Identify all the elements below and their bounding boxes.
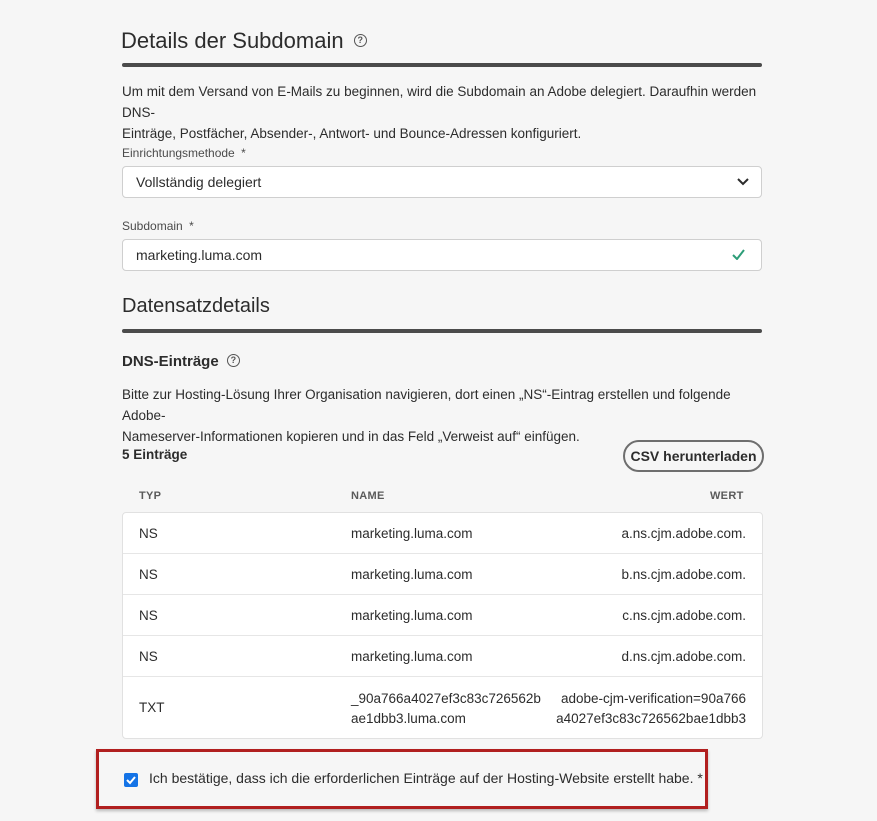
chevron-down-icon: [737, 178, 749, 186]
record-name: marketing.luma.com: [351, 567, 473, 582]
subdomain-section-title: Details der Subdomain: [121, 28, 344, 53]
record-name: marketing.luma.com: [351, 608, 473, 623]
confirmation-label[interactable]: Ich bestätige, dass ich die erforderlich…: [149, 770, 703, 786]
dns-records-table: NS marketing.luma.com a.ns.cjm.adobe.com…: [122, 512, 763, 739]
page-title: Details der Subdomain ?: [121, 28, 367, 54]
table-row: NS marketing.luma.com a.ns.cjm.adobe.com…: [123, 513, 762, 554]
entry-count: 5 Einträge: [122, 447, 188, 462]
record-type: NS: [139, 567, 158, 582]
record-value: c.ns.cjm.adobe.com.: [622, 608, 746, 623]
subdomain-value: marketing.luma.com: [136, 247, 263, 263]
record-details-title: Datensatzdetails: [122, 295, 270, 317]
record-name: marketing.luma.com: [351, 526, 473, 541]
setup-method-select[interactable]: Vollständig delegiert: [122, 166, 762, 198]
help-icon[interactable]: ?: [226, 354, 240, 368]
confirmation-highlight: Ich bestätige, dass ich die erforderlich…: [96, 749, 708, 809]
checkmark-icon: [126, 776, 136, 785]
subdomain-description: Um mit dem Versand von E-Mails zu beginn…: [122, 84, 757, 141]
subdomain-label: Subdomain *: [122, 219, 194, 233]
dns-instructions: Bitte zur Hosting-Lösung Ihrer Organisat…: [122, 387, 731, 444]
setup-method-value: Vollständig delegiert: [136, 174, 262, 190]
column-header-value[interactable]: WERT: [710, 490, 744, 502]
subdomain-input[interactable]: marketing.luma.com: [122, 239, 762, 271]
record-type: TXT: [139, 700, 165, 715]
checkmark-icon: [732, 249, 745, 260]
confirmation-checkbox[interactable]: [124, 773, 138, 787]
record-type: NS: [139, 608, 158, 623]
help-icon[interactable]: ?: [353, 34, 367, 48]
table-row: NS marketing.luma.com d.ns.cjm.adobe.com…: [123, 636, 762, 677]
section-divider: [122, 63, 762, 67]
record-type: NS: [139, 649, 158, 664]
table-row: NS marketing.luma.com b.ns.cjm.adobe.com…: [123, 554, 762, 595]
setup-method-label: Einrichtungsmethode *: [122, 146, 246, 160]
csv-download-button[interactable]: CSV herunterladen: [623, 440, 764, 472]
table-row: NS marketing.luma.com c.ns.cjm.adobe.com…: [123, 595, 762, 636]
record-value: d.ns.cjm.adobe.com.: [621, 649, 746, 664]
record-name: marketing.luma.com: [351, 649, 473, 664]
section-divider: [122, 329, 762, 333]
record-value: b.ns.cjm.adobe.com.: [621, 567, 746, 582]
record-type: NS: [139, 526, 158, 541]
column-header-type[interactable]: TYP: [139, 490, 161, 502]
table-row: TXT _90a766a4027ef3c83c726562b ae1dbb3.l…: [123, 677, 762, 737]
record-value: a.ns.cjm.adobe.com.: [621, 526, 746, 541]
dns-entries-heading: DNS-Einträge ?: [122, 353, 240, 370]
record-value: adobe-cjm-verification=90a766 a4027ef3c8…: [556, 691, 746, 726]
column-header-name[interactable]: NAME: [351, 490, 385, 502]
record-name: _90a766a4027ef3c83c726562b ae1dbb3.luma.…: [351, 691, 541, 726]
